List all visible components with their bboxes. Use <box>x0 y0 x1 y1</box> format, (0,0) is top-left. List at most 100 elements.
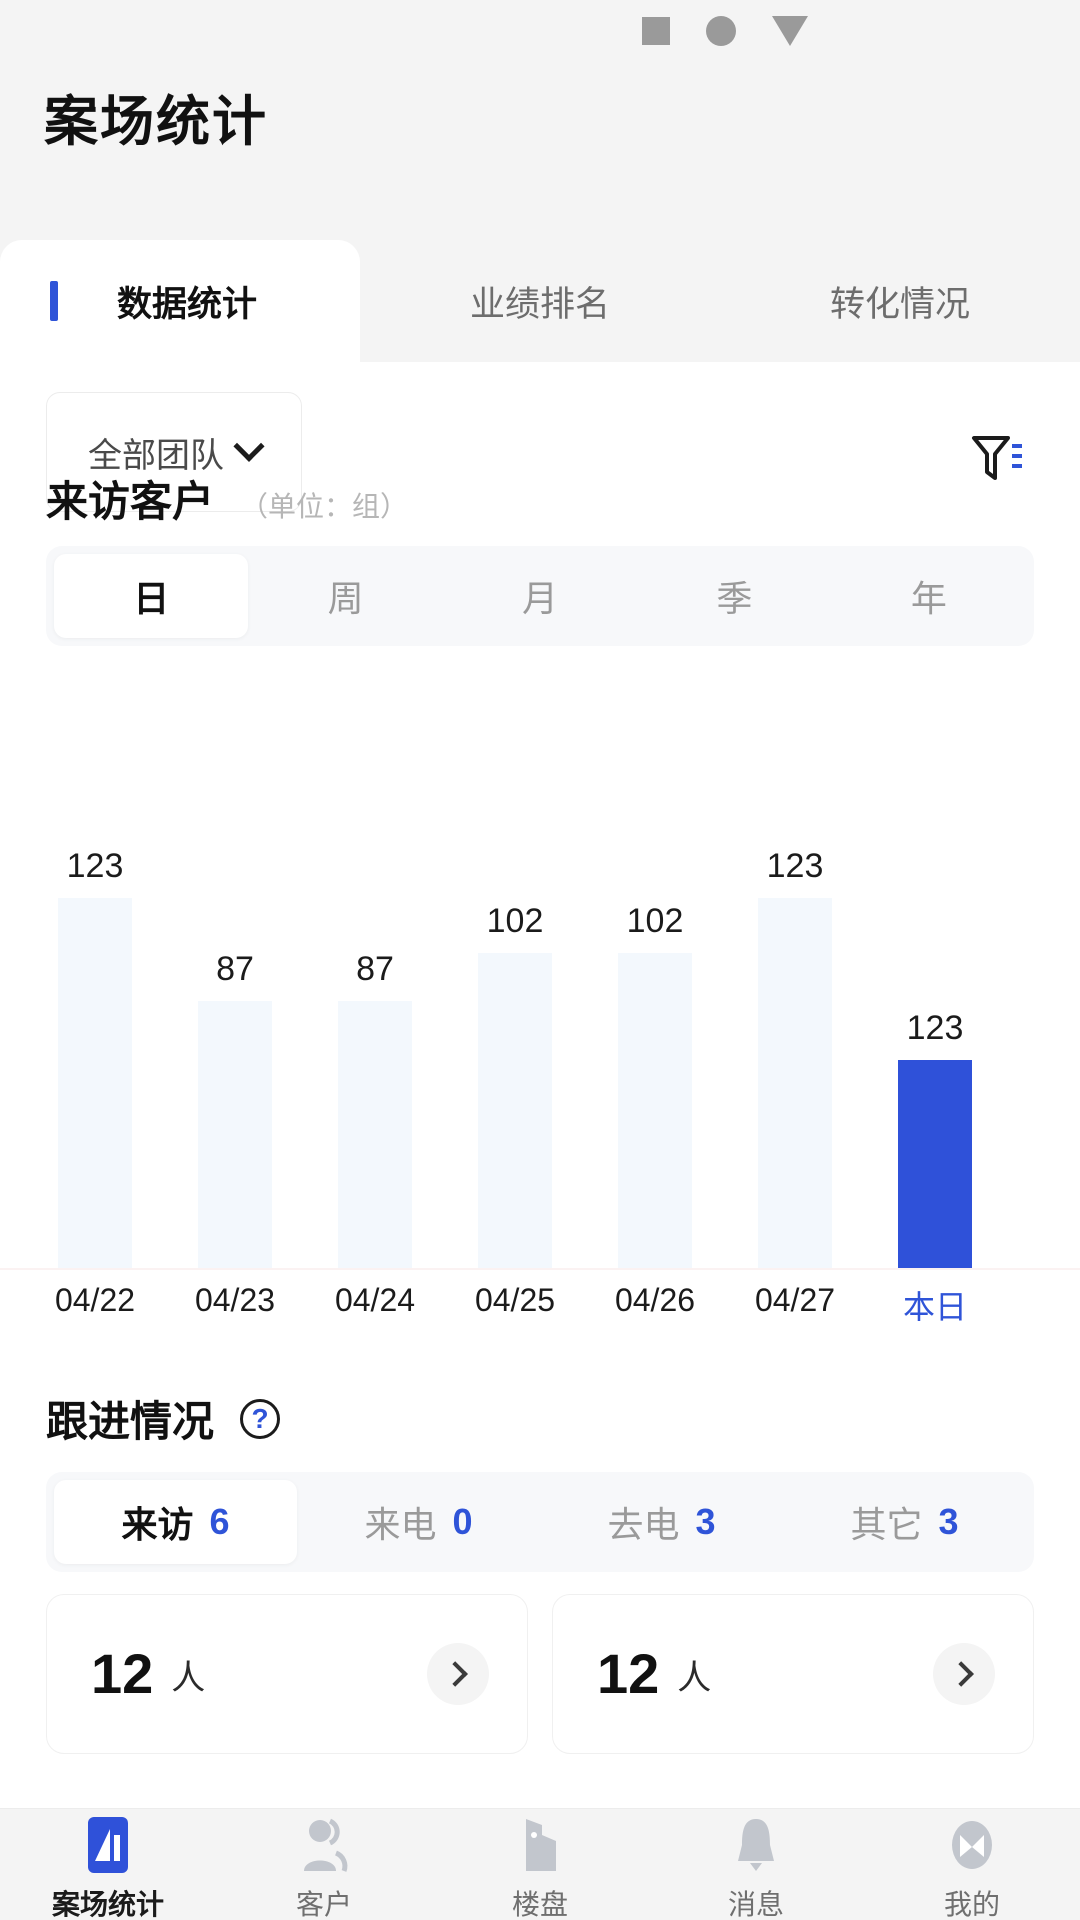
nav-item-buildings[interactable]: 楼盘 <box>432 1809 648 1920</box>
period-segmented-control: 日 周 月 季 年 <box>46 546 1034 646</box>
tab-performance-ranking[interactable]: 业绩排名 <box>360 240 720 362</box>
chart-x-label[interactable]: 04/24 <box>295 1282 455 1319</box>
chart-x-axis-labels: 04/22 04/23 04/24 04/25 04/26 04/27 本日 <box>0 1282 1080 1352</box>
chart-bar-column[interactable]: 87 <box>330 848 420 1268</box>
content-sheet: 全部团队 来访客户 （单位：组） 日 周 月 季 年 123 87 87 102… <box>0 362 1080 1808</box>
follow-tab-count: 3 <box>695 1501 716 1542</box>
status-bar <box>0 0 1080 62</box>
circle-icon <box>706 16 736 46</box>
chart-stats-icon <box>77 1815 139 1875</box>
chart-bar[interactable] <box>198 1001 272 1268</box>
chart-bar-value-label: 102 <box>626 902 684 940</box>
period-label: 年 <box>910 578 947 619</box>
chevron-right-glyph <box>948 1661 974 1687</box>
chart-x-label[interactable]: 本日 <box>855 1282 1015 1328</box>
follow-tab-incoming-call[interactable]: 来电 0 <box>297 1480 540 1564</box>
triangle-down-icon <box>772 16 808 46</box>
follow-segmented-control: 来访 6 来电 0 去电 3 其它 3 <box>46 1472 1034 1572</box>
chart-x-label[interactable]: 04/25 <box>435 1282 595 1319</box>
chart-bar[interactable] <box>758 898 832 1268</box>
follow-tab-other[interactable]: 其它 3 <box>783 1480 1026 1564</box>
chart-x-label[interactable]: 04/27 <box>715 1282 875 1319</box>
chart-bar-column[interactable]: 87 <box>190 848 280 1268</box>
stat-card-unit: 人 <box>171 1658 206 1697</box>
chart-bar-value-label: 87 <box>216 950 254 988</box>
profile-icon <box>941 1815 1003 1875</box>
follow-tab-label: 来电 <box>364 1504 437 1545</box>
chevron-right-icon[interactable] <box>933 1643 995 1705</box>
nav-label: 消息 <box>727 1889 784 1920</box>
chart-x-label[interactable]: 04/26 <box>575 1282 735 1319</box>
chevron-down-icon <box>233 430 265 462</box>
follow-section-title: 跟进情况 <box>46 1398 215 1445</box>
tab-conversion-status[interactable]: 转化情况 <box>720 240 1080 362</box>
question-mark-icon[interactable]: ? <box>240 1398 281 1439</box>
chart-baseline <box>0 1268 1080 1270</box>
follow-tab-label: 其它 <box>850 1504 923 1545</box>
period-year[interactable]: 年 <box>832 554 1026 638</box>
nav-label: 案场统计 <box>51 1889 164 1920</box>
chevron-right-glyph <box>442 1661 468 1687</box>
bell-icon <box>725 1815 787 1875</box>
nav-item-profile[interactable]: 我的 <box>864 1809 1080 1920</box>
chart-bar-value-label: 87 <box>356 950 394 988</box>
chevron-right-icon[interactable] <box>427 1643 489 1705</box>
chart-bar[interactable] <box>478 953 552 1268</box>
follow-tab-count: 3 <box>938 1501 959 1542</box>
chart-bar-column[interactable]: 102 <box>470 848 560 1268</box>
tab-label: 数据统计 <box>116 284 257 324</box>
chart-bar-column[interactable]: 102 <box>610 848 700 1268</box>
stat-card-unit: 人 <box>677 1658 712 1697</box>
period-day[interactable]: 日 <box>54 554 249 638</box>
chart-bar[interactable] <box>898 1060 972 1268</box>
chart-bar-value-label: 123 <box>66 847 124 885</box>
stat-card-number: 12 <box>91 1642 154 1705</box>
chart-bar[interactable] <box>338 1001 412 1268</box>
period-label: 日 <box>133 578 170 619</box>
chart-bar[interactable] <box>618 953 692 1268</box>
chart-bar-column[interactable]: 123 <box>890 848 980 1268</box>
nav-item-stats[interactable]: 案场统计 <box>0 1809 216 1920</box>
tab-data-statistics[interactable]: 数据统计 <box>0 240 360 362</box>
nav-label: 我的 <box>943 1889 1000 1920</box>
chart-bar-column[interactable]: 123 <box>50 848 140 1268</box>
tab-label: 业绩排名 <box>469 284 610 324</box>
visit-section-title: 来访客户 <box>46 478 215 525</box>
chart-x-label[interactable]: 04/23 <box>155 1282 315 1319</box>
tab-label: 转化情况 <box>829 284 970 324</box>
follow-stat-cards: 12 人 12 人 <box>46 1594 1034 1754</box>
period-label: 季 <box>716 578 753 619</box>
follow-tab-visit[interactable]: 来访 6 <box>54 1480 297 1564</box>
stat-card[interactable]: 12 人 <box>552 1594 1034 1754</box>
follow-tab-count: 0 <box>452 1501 473 1542</box>
customers-icon <box>293 1815 355 1875</box>
bottom-navigation-bar: 案场统计 客户 楼盘 消息 我的 <box>0 1808 1080 1920</box>
page-title: 案场统计 <box>44 92 268 152</box>
nav-label: 楼盘 <box>511 1889 568 1920</box>
nav-item-customers[interactable]: 客户 <box>216 1809 432 1920</box>
period-label: 月 <box>522 578 559 619</box>
funnel-filter-icon[interactable] <box>968 430 1024 486</box>
stat-card-number: 12 <box>597 1642 660 1705</box>
follow-section-heading: 跟进情况 ? <box>46 1388 281 1449</box>
nav-item-messages[interactable]: 消息 <box>648 1809 864 1920</box>
app-root: 案场统计 数据统计 业绩排名 转化情况 全部团队 来访客户 （单位：组） 日 周… <box>0 0 1080 1920</box>
tab-active-accent-bar <box>50 281 58 321</box>
period-month[interactable]: 月 <box>443 554 637 638</box>
visit-section-unit: （单位：组） <box>240 491 409 522</box>
period-quarter[interactable]: 季 <box>637 554 831 638</box>
stat-card[interactable]: 12 人 <box>46 1594 528 1754</box>
top-tab-bar: 数据统计 业绩排名 转化情况 <box>0 240 1080 362</box>
visit-bar-chart: 123 87 87 102 102 123 123 <box>0 848 1080 1270</box>
chart-bar-value-label: 123 <box>906 1009 964 1047</box>
chart-bar-value-label: 123 <box>766 847 824 885</box>
chart-bar[interactable] <box>58 898 132 1268</box>
follow-tab-outgoing-call[interactable]: 去电 3 <box>540 1480 783 1564</box>
period-week[interactable]: 周 <box>248 554 442 638</box>
chart-x-label[interactable]: 04/22 <box>15 1282 175 1319</box>
chart-bar-value-label: 102 <box>486 902 544 940</box>
follow-tab-label: 去电 <box>607 1504 680 1545</box>
building-icon <box>509 1815 571 1875</box>
square-icon <box>642 17 670 45</box>
chart-bar-column[interactable]: 123 <box>750 848 840 1268</box>
